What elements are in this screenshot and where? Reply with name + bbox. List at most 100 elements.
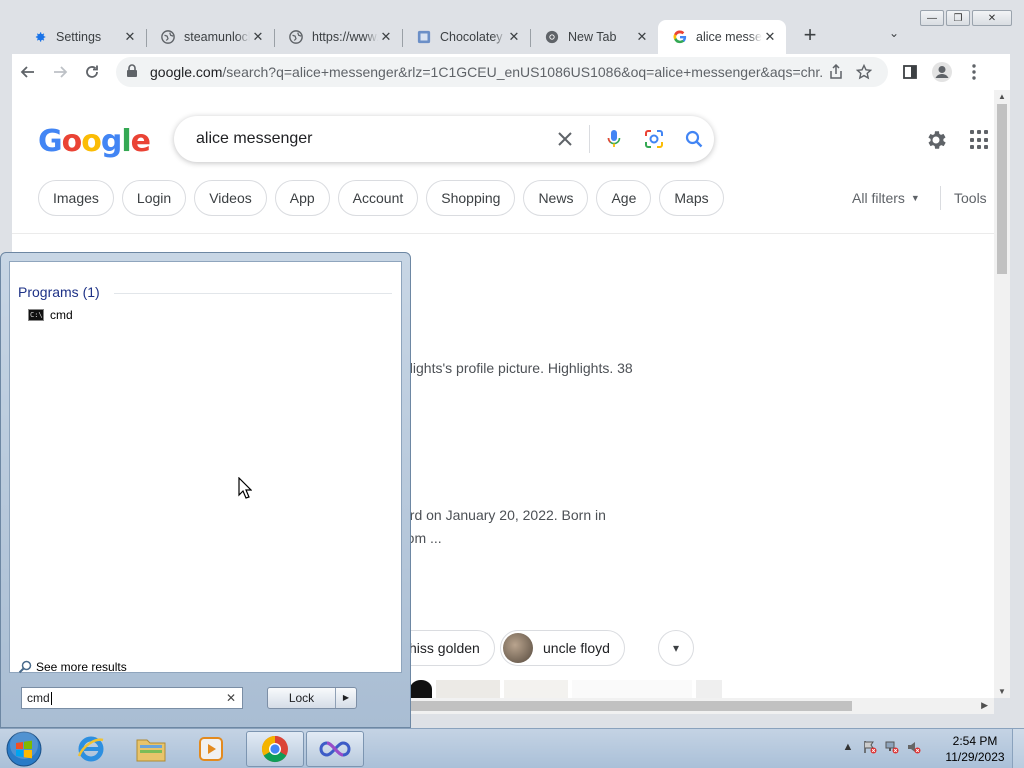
action-center-flag-icon[interactable] <box>862 739 878 755</box>
search-input[interactable]: alice messenger <box>174 116 714 162</box>
minimize-button[interactable]: — <box>920 10 944 26</box>
logo-letter: G <box>38 124 63 159</box>
search-query[interactable]: alice messenger <box>196 130 545 148</box>
all-filters-button[interactable]: All filters ▼ <box>852 190 920 206</box>
network-icon[interactable] <box>884 739 900 755</box>
close-icon[interactable]: ✕ <box>506 29 522 45</box>
volume-muted-icon[interactable] <box>906 739 922 755</box>
thumbnail-image[interactable] <box>436 680 500 698</box>
see-more-results-link[interactable]: See more results <box>18 660 127 674</box>
dropdown-arrow-icon: ▼ <box>910 193 920 203</box>
url-host: google.com <box>150 64 223 80</box>
tools-button[interactable]: Tools <box>954 190 987 206</box>
google-apps-icon[interactable] <box>970 130 990 150</box>
media-player-icon <box>199 737 223 761</box>
taskbar-app-infinity[interactable] <box>306 731 364 767</box>
side-panel-icon[interactable] <box>894 56 926 88</box>
taskbar-internet-explorer[interactable] <box>62 731 120 767</box>
close-icon[interactable]: ✕ <box>122 29 138 45</box>
scrollbar-thumb[interactable] <box>997 104 1007 274</box>
clear-search-icon[interactable] <box>545 119 585 159</box>
chrome-icon <box>261 735 288 763</box>
show-hidden-icons-icon[interactable]: ▲ <box>840 739 856 755</box>
clock-time: 2:54 PM <box>952 734 998 748</box>
folder-icon <box>136 739 166 762</box>
close-icon[interactable]: ✕ <box>762 29 778 45</box>
chip-videos[interactable]: Videos <box>194 180 267 216</box>
chip-login[interactable]: Login <box>121 180 187 216</box>
image-thumbnails <box>410 680 722 698</box>
start-button[interactable] <box>4 730 44 768</box>
more-menu-icon[interactable] <box>958 56 990 88</box>
clock-date: 11/29/2023 <box>945 750 1005 764</box>
globe-icon <box>288 29 304 45</box>
power-options-arrow-icon[interactable]: ▶ <box>336 688 356 708</box>
address-bar[interactable]: google.com/search?q=alice+messenger&rlz=… <box>116 57 888 87</box>
tab-new-tab[interactable]: New Tab ✕ <box>530 20 658 54</box>
show-desktop-button[interactable] <box>1012 729 1024 768</box>
search-icon[interactable] <box>674 119 714 159</box>
tab-settings[interactable]: Settings ✕ <box>18 20 146 54</box>
start-search-value[interactable]: cmd <box>27 691 50 705</box>
settings-gear-icon[interactable] <box>924 128 948 152</box>
close-window-button[interactable]: ✕ <box>972 10 1012 26</box>
google-logo[interactable]: Google <box>38 124 151 159</box>
tab-chocolatey[interactable]: Chocolatey ✕ <box>402 20 530 54</box>
internet-explorer-icon <box>77 736 104 762</box>
taskbar-clock[interactable]: 2:54 PM 11/29/2023 <box>940 733 1010 765</box>
profile-avatar-icon[interactable] <box>926 56 958 88</box>
chip-news[interactable]: News <box>523 180 589 216</box>
scrollbar-thumb[interactable] <box>402 701 852 711</box>
close-icon[interactable]: ✕ <box>250 29 266 45</box>
scroll-up-icon[interactable]: ▲ <box>998 92 1006 101</box>
tab-https[interactable]: https://www. ✕ <box>274 20 402 54</box>
close-icon[interactable]: ✕ <box>634 29 650 45</box>
bookmark-star-icon[interactable] <box>850 58 878 86</box>
result-snippet: hlights's profile picture. Highlights. 3… <box>402 360 633 376</box>
lock-split-button[interactable]: Lock ▶ <box>267 687 357 709</box>
taskbar-file-explorer[interactable] <box>122 731 180 767</box>
logo-letter: e <box>130 124 151 159</box>
scroll-down-icon[interactable]: ▼ <box>998 687 1006 696</box>
chip-account[interactable]: Account <box>337 180 419 216</box>
microphone-icon[interactable] <box>594 119 634 159</box>
lock-button[interactable]: Lock <box>268 688 336 708</box>
chevron-down-icon[interactable]: ▾ <box>658 630 694 666</box>
browser-toolbar: google.com/search?q=alice+messenger&rlz=… <box>12 54 1010 90</box>
globe-icon <box>160 29 176 45</box>
taskbar-chrome[interactable] <box>246 731 304 767</box>
logo-letter: o <box>61 124 83 159</box>
thumbnail-image[interactable] <box>696 680 722 698</box>
scroll-right-icon[interactable]: ▶ <box>981 700 988 711</box>
taskbar-media-player[interactable] <box>182 731 240 767</box>
related-person-chip[interactable]: uncle floyd <box>500 630 625 666</box>
forward-button[interactable] <box>44 56 76 88</box>
reload-button[interactable] <box>76 56 108 88</box>
start-search-input[interactable]: cmd ✕ <box>21 687 243 709</box>
chip-maps[interactable]: Maps <box>659 180 724 216</box>
thumbnail-image[interactable] <box>410 680 432 698</box>
vertical-scrollbar[interactable]: ▲ ▼ <box>994 90 1010 698</box>
share-icon[interactable] <box>822 58 850 86</box>
restore-button[interactable]: ❐ <box>946 10 970 26</box>
new-tab-button[interactable]: + <box>796 22 824 50</box>
tab-title: https://www. <box>312 30 378 44</box>
text-caret <box>50 691 52 705</box>
chip-app[interactable]: App <box>274 180 330 216</box>
chrome-icon <box>544 29 560 45</box>
chip-age[interactable]: Age <box>596 180 652 216</box>
back-button[interactable] <box>12 56 44 88</box>
lock-icon[interactable] <box>126 63 140 81</box>
tab-search-chevron-icon[interactable]: ⌄ <box>884 26 904 46</box>
thumbnail-image[interactable] <box>504 680 568 698</box>
chip-shopping[interactable]: Shopping <box>426 180 516 216</box>
close-icon[interactable]: ✕ <box>378 29 394 45</box>
thumbnail-image[interactable] <box>572 680 692 698</box>
google-lens-icon[interactable] <box>634 119 674 159</box>
tab-steamunlock[interactable]: steamunlock ✕ <box>146 20 274 54</box>
clear-search-icon[interactable]: ✕ <box>226 691 236 705</box>
tab-alice-messenger[interactable]: alice messenger ✕ <box>658 20 786 54</box>
url-text: google.com/search?q=alice+messenger&rlz=… <box>150 64 822 80</box>
chip-images[interactable]: Images <box>38 180 114 216</box>
search-result-cmd[interactable]: C:\ cmd <box>28 308 73 322</box>
